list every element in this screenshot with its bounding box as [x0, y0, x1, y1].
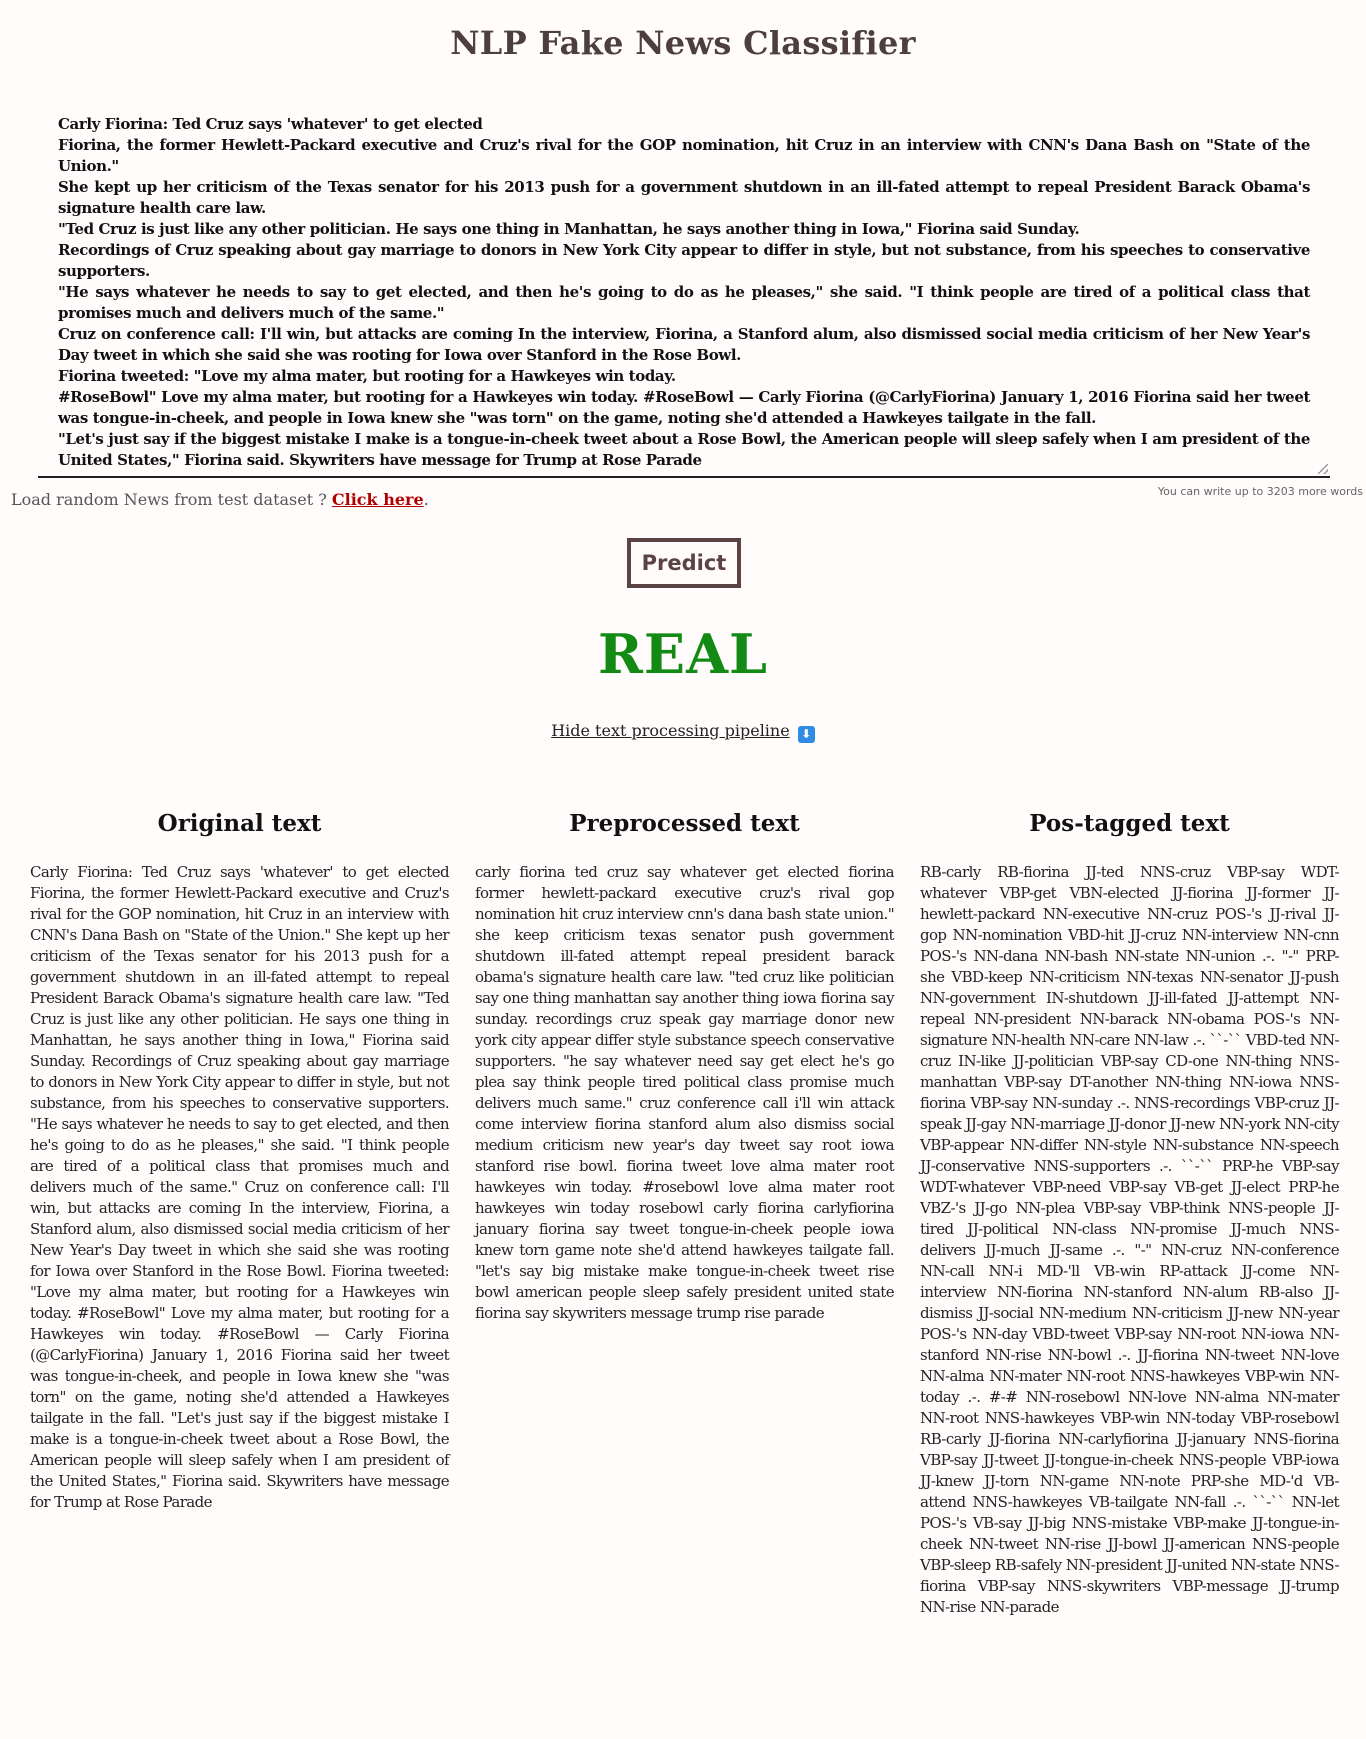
news-text-value[interactable]: Carly Fiorina: Ted Cruz says 'whatever' … — [58, 114, 1310, 471]
load-random-news: Load random News from test dataset ? Cli… — [11, 490, 429, 509]
load-random-link[interactable]: Click here — [332, 490, 424, 509]
postagged-text-column: Pos-tagged text RB-carly RB-fiorina JJ-t… — [920, 808, 1340, 1618]
page-title: NLP Fake News Classifier — [450, 24, 916, 62]
preprocessed-text-heading: Preprocessed text — [569, 810, 800, 837]
original-text-column: Original text Carly Fiorina: Ted Cruz sa… — [30, 808, 450, 1513]
original-text-body: Carly Fiorina: Ted Cruz says 'whatever' … — [30, 863, 450, 1511]
pipeline-toggle-label[interactable]: Hide text processing pipeline — [551, 721, 790, 740]
postagged-text-heading: Pos-tagged text — [1029, 810, 1230, 837]
down-arrow-icon[interactable]: ⬇ — [797, 726, 815, 743]
load-random-suffix: . — [423, 490, 429, 509]
preprocessed-text-body: carly fiorina ted cruz say whatever get … — [475, 863, 895, 1322]
news-textarea[interactable]: Carly Fiorina: Ted Cruz says 'whatever' … — [38, 96, 1330, 478]
word-counter: You can write up to 3203 more words — [1157, 485, 1363, 498]
postagged-text-body: RB-carly RB-fiorina JJ-ted NNS-cruz VBP-… — [920, 863, 1340, 1616]
original-text-heading: Original text — [157, 810, 322, 837]
resize-handle-icon[interactable] — [1318, 464, 1328, 474]
prediction-result: REAL — [598, 622, 768, 686]
predict-button[interactable]: Predict — [627, 538, 741, 588]
pipeline-toggle[interactable]: Hide text processing pipeline ⬇ — [0, 721, 1366, 743]
load-random-prefix: Load random News from test dataset ? — [11, 490, 332, 509]
preprocessed-text-column: Preprocessed text carly fiorina ted cruz… — [475, 808, 895, 1324]
